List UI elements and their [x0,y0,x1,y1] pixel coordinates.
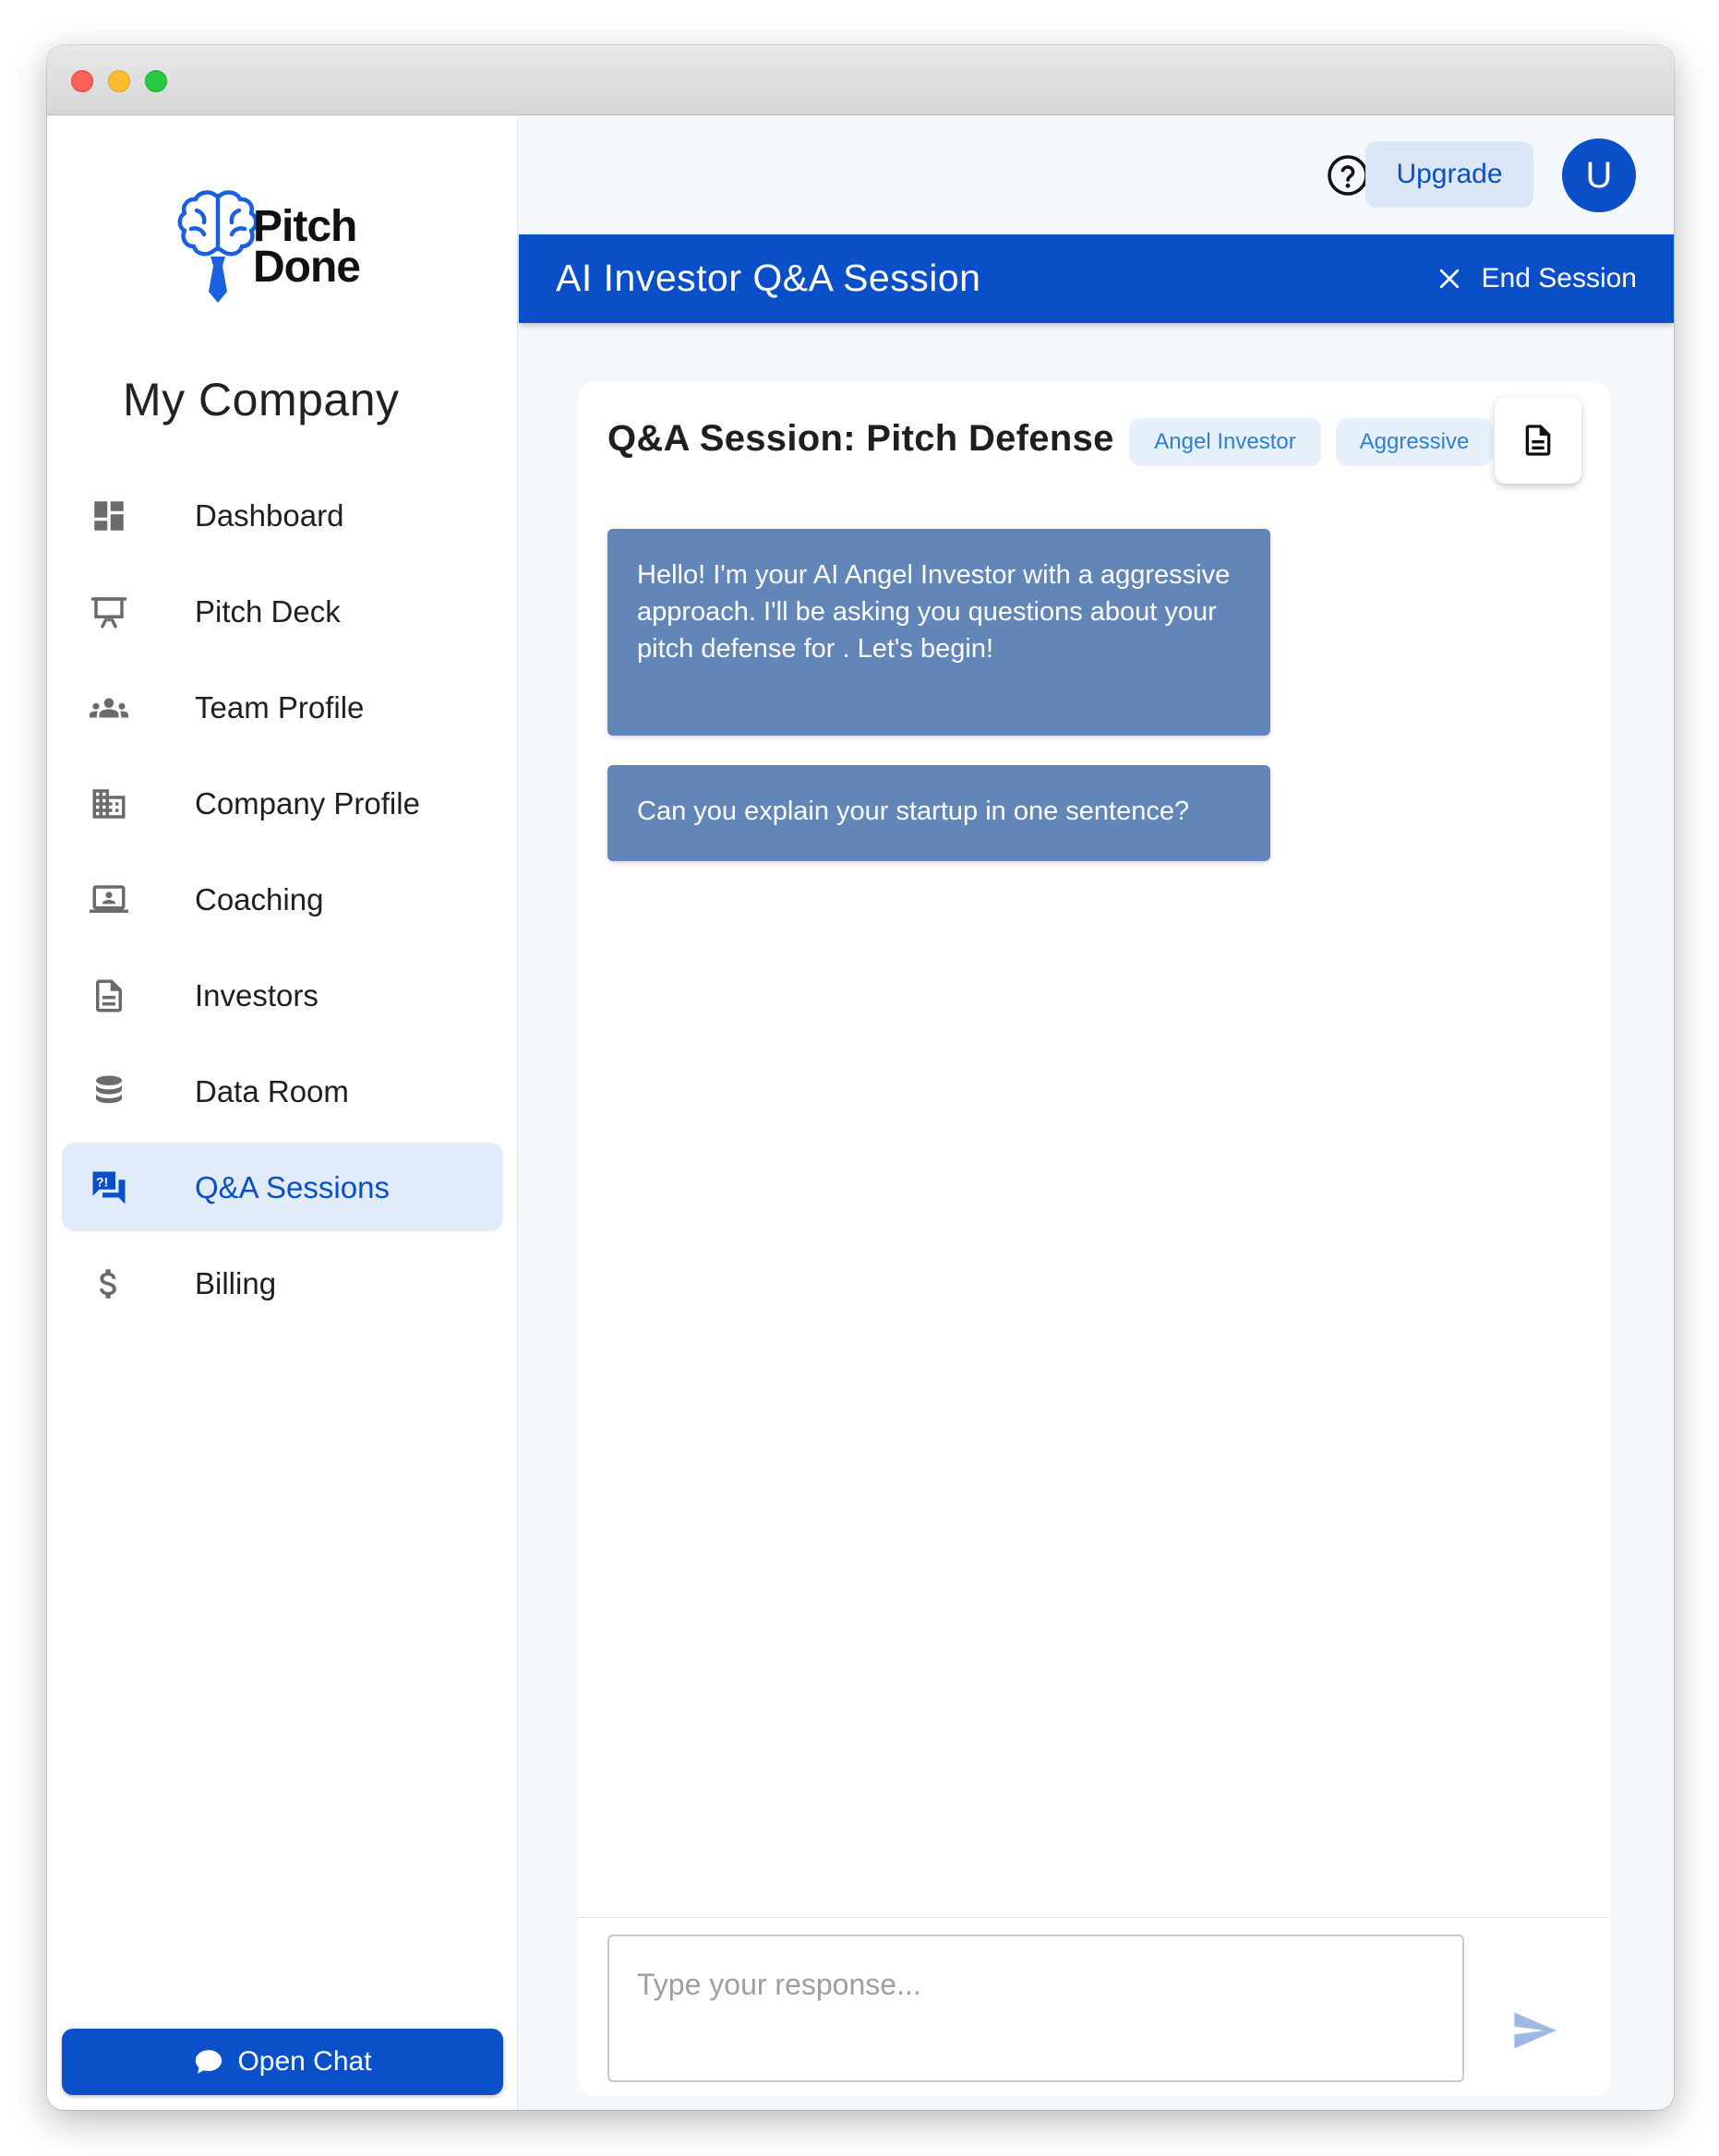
qa-icon: ?! [90,1168,128,1207]
database-icon [90,1072,128,1111]
qa-session-title: Q&A Session: Pitch Defense [607,418,1114,459]
sidebar-item-label: Billing [195,1266,277,1300]
open-chat-button[interactable]: Open Chat [62,2029,503,2095]
group-icon [90,689,128,727]
investor-message: Hello! I'm your AI Angel Investor with a… [607,529,1270,736]
sidebar-item-label: Q&A Sessions [195,1170,390,1204]
sidebar-item-qa-sessions[interactable]: ?! Q&A Sessions [62,1143,503,1231]
sidebar-item-data-room[interactable]: Data Room [62,1047,503,1135]
document-icon [90,976,128,1015]
sidebar-item-dashboard[interactable]: Dashboard [62,471,503,559]
session-header-title: AI Investor Q&A Session [556,257,981,299]
sidebar-item-team-profile[interactable]: Team Profile [62,663,503,751]
building-icon [90,785,128,823]
response-input[interactable] [607,1934,1464,2082]
minimize-window-button[interactable] [108,70,130,92]
brand-name: Pitch Done [253,202,361,292]
chat-bubble-icon [196,2050,222,2074]
brand-logo[interactable]: Pitch Done [176,188,379,308]
help-button[interactable] [1326,153,1370,198]
sidebar-item-company-profile[interactable]: Company Profile [62,759,503,847]
sidebar-item-label: Data Room [195,1074,349,1108]
window-titlebar [47,45,1674,115]
help-icon [1328,155,1368,196]
upgrade-button[interactable]: Upgrade [1365,141,1533,208]
response-composer [578,1917,1610,2096]
investor-type-chip: Angel Investor [1129,418,1321,466]
sidebar-item-label: Coaching [195,882,324,916]
open-chat-label: Open Chat [237,2046,372,2077]
sidebar-item-coaching[interactable]: Coaching [62,855,503,943]
sidebar-nav: Dashboard Pitch Deck Team Profile Compan… [62,471,503,1335]
send-icon [1514,2012,1557,2049]
sidebar-item-label: Company Profile [195,786,420,820]
end-session-button[interactable]: End Session [1436,258,1637,299]
sidebar-item-billing[interactable]: Billing [62,1239,503,1327]
sidebar-item-investors[interactable]: Investors [62,951,503,1039]
sidebar-item-label: Pitch Deck [195,594,341,629]
qa-session-card: Q&A Session: Pitch Defense Angel Investo… [578,381,1610,2096]
sidebar-item-label: Investors [195,978,319,1012]
brain-tie-icon [177,190,258,303]
sidebar-item-label: Team Profile [195,690,365,725]
close-icon [1439,269,1459,289]
session-header: AI Investor Q&A Session End Session [519,234,1674,323]
top-bar: Upgrade U [519,116,1674,234]
avatar[interactable]: U [1562,138,1636,212]
investor-message: Can you explain your startup in one sent… [607,765,1270,861]
zoom-window-button[interactable] [145,70,167,92]
presentation-icon [90,593,128,631]
send-button[interactable] [1510,2006,1558,2054]
sidebar-item-label: Dashboard [195,498,344,533]
main-content: Upgrade U AI Investor Q&A Session End Se… [519,116,1674,2110]
close-window-button[interactable] [71,70,93,92]
document-button[interactable] [1495,397,1581,484]
document-icon [1525,425,1551,456]
svg-text:?!: ?! [96,1174,108,1189]
dashboard-icon [90,497,128,535]
app-window: Pitch Done My Company Dashboard Pitch De… [47,45,1674,2110]
sidebar: Pitch Done My Company Dashboard Pitch De… [47,116,518,2110]
tone-chip: Aggressive [1336,418,1493,466]
end-session-label: End Session [1481,263,1637,293]
company-name: My Company [123,374,400,425]
dollar-icon [90,1264,128,1303]
sidebar-item-pitch-deck[interactable]: Pitch Deck [62,567,503,655]
laptop-user-icon [90,880,128,919]
